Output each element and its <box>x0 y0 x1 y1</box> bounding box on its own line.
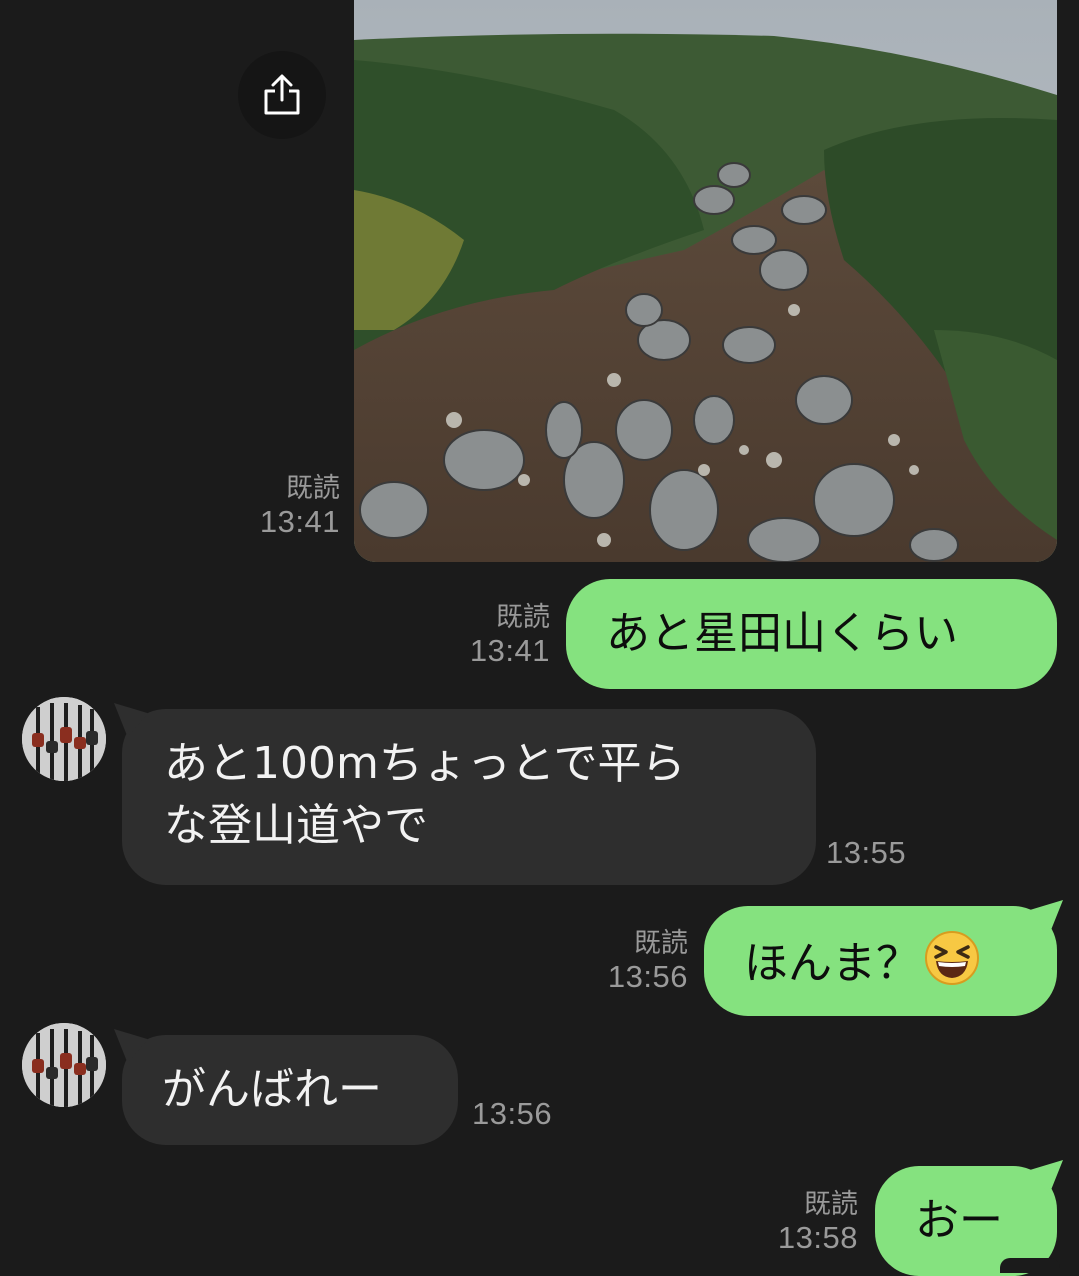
message-meta: 既読 13:58 <box>748 1189 858 1256</box>
message-text-line-2: な登山道やで <box>164 800 428 851</box>
message-meta: 13:55 <box>826 835 916 871</box>
scroll-indicator <box>1000 1258 1060 1273</box>
avatar-image <box>22 1023 106 1107</box>
read-label: 既読 <box>496 602 550 632</box>
message-meta: 13:56 <box>472 1096 562 1132</box>
read-label: 既読 <box>286 473 340 503</box>
timestamp: 13:41 <box>469 633 550 669</box>
timestamp: 13:41 <box>259 504 340 540</box>
timestamp: 13:55 <box>826 835 907 870</box>
share-icon <box>264 74 300 115</box>
message-bubble-incoming[interactable]: あと100mちょっとで平ら な登山道やで <box>122 709 816 885</box>
avatar[interactable] <box>22 1023 106 1107</box>
photo-meta: 既読 13:41 <box>230 473 340 540</box>
avatar[interactable] <box>22 697 106 781</box>
timestamp: 13:56 <box>472 1096 553 1131</box>
chat-view: 既読 13:41 既読 13:41 あと星田山くらい あと100mちょっとで平ら… <box>0 0 1079 1276</box>
photo-message[interactable] <box>354 0 1057 562</box>
mountain-trail-photo <box>354 0 1057 562</box>
grinning-squinting-face-icon <box>925 931 979 985</box>
share-button[interactable] <box>238 51 326 139</box>
message-text: おー <box>915 1195 1003 1246</box>
message-text: がんばれー <box>162 1064 382 1115</box>
message-text-line-1: あと100mちょっとで平ら <box>164 738 686 789</box>
message-text: あと星田山くらい <box>606 608 958 659</box>
message-text: ほんま？ <box>744 938 920 989</box>
read-label: 既読 <box>634 928 688 958</box>
message-bubble-outgoing[interactable]: あと星田山くらい <box>566 579 1057 689</box>
timestamp: 13:56 <box>607 959 688 995</box>
avatar-image <box>22 697 106 781</box>
message-meta: 既読 13:56 <box>578 928 688 995</box>
message-bubble-outgoing[interactable]: ほんま？ <box>704 906 1057 1016</box>
message-bubble-incoming[interactable]: がんばれー <box>122 1035 458 1145</box>
read-label: 既読 <box>804 1189 858 1219</box>
timestamp: 13:58 <box>777 1220 858 1256</box>
message-meta: 既読 13:41 <box>440 602 550 669</box>
